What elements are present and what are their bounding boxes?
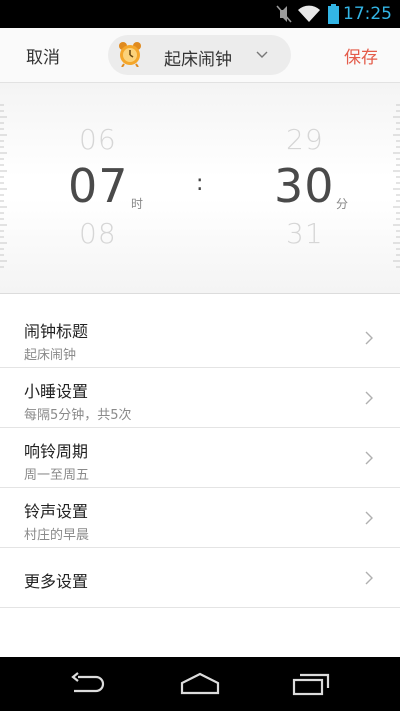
status-bar: 17:25 [0,0,400,28]
back-icon[interactable] [68,671,108,697]
chevron-down-icon [256,51,268,58]
setting-value: 起床闹钟 [24,348,77,363]
hour-unit-label: 时 [131,197,144,211]
alarm-type-selector[interactable]: 起床闹钟 [108,35,291,75]
time-separator: : [196,171,204,196]
alarm-edit-screen: 17:25 取消 起床闹钟 保存 06 07 时 08: 29 30 分 31… [0,0,400,711]
home-icon[interactable] [179,671,221,697]
save-button[interactable]: 保存 [344,43,378,68]
recent-apps-icon[interactable] [292,671,332,697]
chevron-right-icon [365,391,373,405]
setting-snooze[interactable]: 小睡设置 每隔5分钟，共5次 [0,368,400,428]
setting-repeat[interactable]: 响铃周期 周一至周五 [0,428,400,488]
alarm-type-title: 起床闹钟 [164,50,232,70]
setting-title: 响铃周期 [24,442,89,461]
time-picker[interactable]: 06 07 时 08 : 29 30 分 31 [0,83,400,294]
hour-prev[interactable]: 06 [79,123,117,156]
setting-title: 小睡设置 [24,382,89,401]
minute-selected[interactable]: 30 [274,159,335,213]
chevron-right-icon [365,571,373,585]
minute-unit-label: 分 [336,197,349,211]
wifi-icon [298,5,320,22]
setting-value: 周一至周五 [24,468,90,483]
setting-alarm-title[interactable]: 闹钟标题 起床闹钟 [0,308,400,368]
minute-prev[interactable]: 29 [286,123,324,156]
navigation-bar [0,657,400,711]
minute-next[interactable]: 31 [286,217,324,250]
settings-list: 闹钟标题 起床闹钟 小睡设置 每隔5分钟，共5次 响铃周期 周一至周五 铃声设置… [0,308,400,608]
hour-selected[interactable]: 07 [68,159,129,213]
battery-icon [328,4,339,24]
ruler-right [393,104,400,268]
mute-icon [276,5,292,23]
setting-value: 每隔5分钟，共5次 [24,408,132,423]
chevron-right-icon [365,451,373,465]
setting-more[interactable]: 更多设置 [0,548,400,608]
setting-title: 闹钟标题 [24,322,89,341]
setting-value: 村庄的早晨 [24,528,90,543]
alarm-clock-icon [119,42,141,67]
cancel-button[interactable]: 取消 [26,43,60,68]
chevron-right-icon [365,511,373,525]
setting-ringtone[interactable]: 铃声设置 村庄的早晨 [0,488,400,548]
chevron-right-icon [365,331,373,345]
status-time: 17:25 [343,4,392,24]
setting-title: 铃声设置 [24,502,89,521]
header: 取消 起床闹钟 保存 [0,28,400,83]
setting-title: 更多设置 [24,572,89,591]
ruler-left [0,104,7,268]
hour-next[interactable]: 08 [79,217,117,250]
